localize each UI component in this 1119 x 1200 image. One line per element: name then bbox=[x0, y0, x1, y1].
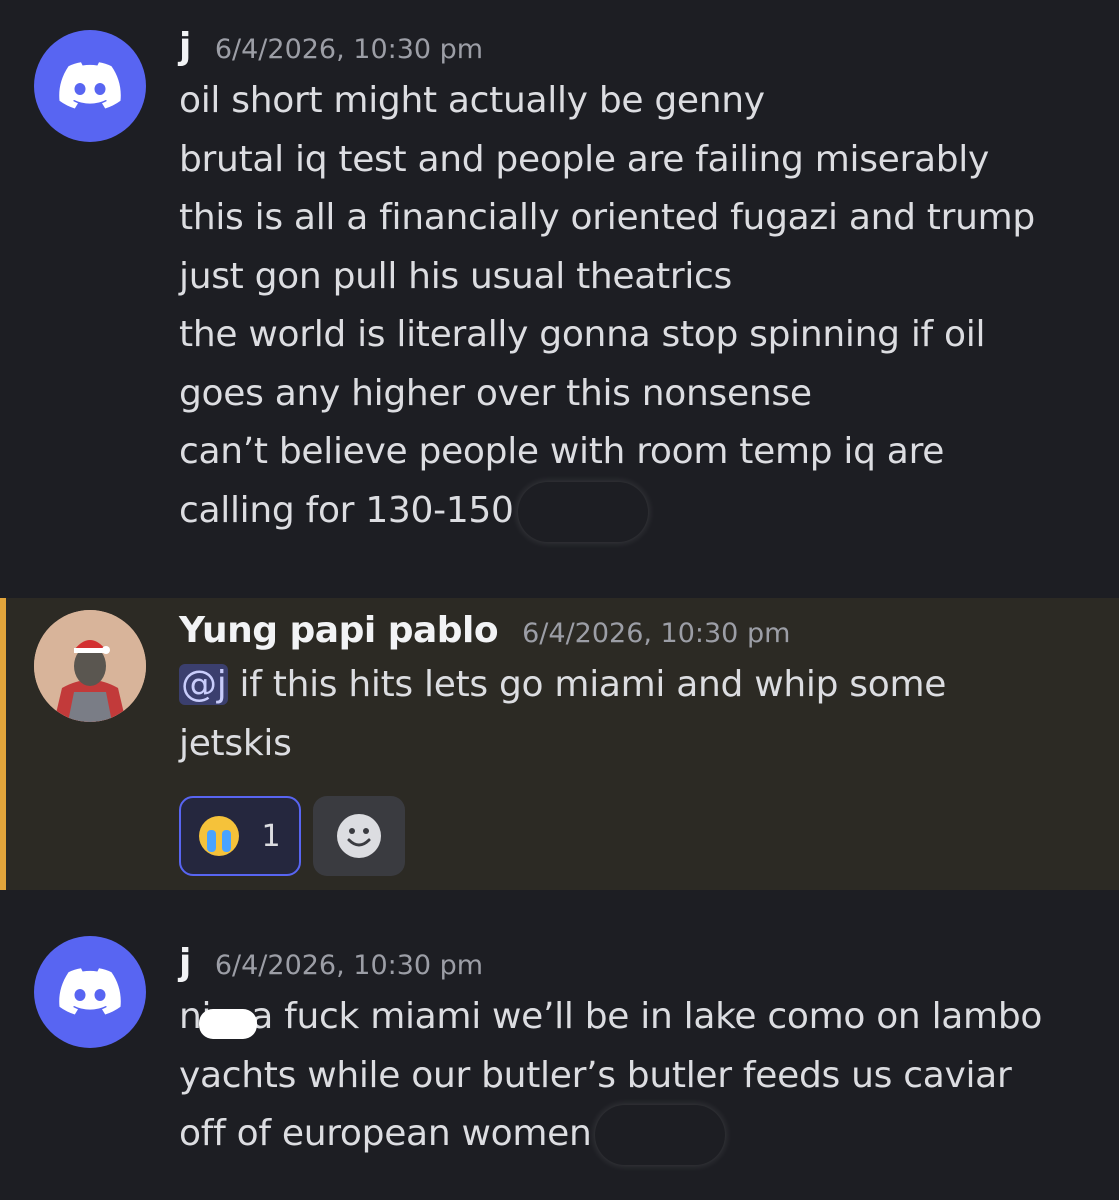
username[interactable]: j bbox=[179, 26, 191, 67]
blurred-emoji bbox=[595, 1105, 726, 1165]
message-3: j 6/4/2026, 10:30 pm ni a fuck miami we’l… bbox=[0, 890, 1119, 1200]
message-1: j 6/4/2026, 10:30 pm oil short might act… bbox=[0, 0, 1119, 598]
discord-logo-icon bbox=[59, 62, 121, 109]
reaction-count: 1 bbox=[261, 818, 281, 854]
message-header: Yung papi pablo 6/4/2026, 10:30 pm bbox=[179, 610, 1089, 656]
reactions-bar: 1 bbox=[179, 796, 405, 876]
message-text: if this hits lets go miami and whip some bbox=[228, 664, 947, 705]
message-line: oil short might actually be genny bbox=[179, 80, 765, 121]
user-avatar-image bbox=[34, 610, 146, 722]
message-text: off of european women bbox=[179, 1113, 592, 1154]
smiley-icon bbox=[337, 814, 381, 858]
message-body: j 6/4/2026, 10:30 pm ni a fuck miami we’l… bbox=[179, 942, 1089, 1165]
message-body: j 6/4/2026, 10:30 pm oil short might act… bbox=[179, 26, 1089, 542]
user-mention[interactable]: @j bbox=[179, 664, 229, 705]
discord-logo-icon bbox=[59, 968, 121, 1015]
message-line: ni a fuck miami we’ll be in lake como on … bbox=[179, 988, 1089, 1047]
timestamp: 6/4/2026, 10:30 pm bbox=[522, 618, 791, 649]
message-2-highlighted: Yung papi pablo 6/4/2026, 10:30 pm @j if… bbox=[0, 598, 1119, 890]
message-line: the world is literally gonna stop spinni… bbox=[179, 314, 986, 355]
message-line-last: calling for 130-150 bbox=[179, 481, 1089, 542]
timestamp: 6/4/2026, 10:30 pm bbox=[214, 950, 484, 981]
message-line: yachts while our butler’s butler feeds u… bbox=[179, 1054, 1012, 1096]
message-line: jetskis bbox=[179, 722, 292, 764]
message-line-last: off of european women bbox=[179, 1105, 1089, 1165]
message-line-text: calling for 130-150 bbox=[179, 489, 514, 531]
username[interactable]: j bbox=[179, 942, 191, 983]
message-line: can’t believe people with room temp iq a… bbox=[179, 431, 945, 472]
timestamp: 6/4/2026, 10:30 pm bbox=[214, 34, 484, 65]
message-line: goes any higher over this nonsense bbox=[179, 372, 812, 414]
message-header: j 6/4/2026, 10:30 pm bbox=[179, 942, 1089, 988]
message-line: brutal iq test and people are failing mi… bbox=[179, 138, 990, 180]
message-body: Yung papi pablo 6/4/2026, 10:30 pm @j if… bbox=[179, 610, 1089, 773]
message-line: just gon pull his usual theatrics bbox=[179, 255, 733, 297]
message-text: a fuck miami we’ll be in lake como on la… bbox=[251, 996, 1043, 1037]
username[interactable]: Yung papi pablo bbox=[179, 610, 499, 651]
reaction-crying[interactable]: 1 bbox=[179, 796, 301, 876]
avatar[interactable] bbox=[34, 936, 146, 1048]
avatar[interactable] bbox=[34, 610, 146, 722]
blurred-emoji bbox=[517, 481, 648, 542]
add-reaction-button[interactable] bbox=[313, 796, 405, 876]
redaction-mark bbox=[199, 1009, 258, 1039]
message-line: @j if this hits lets go miami and whip s… bbox=[179, 656, 1089, 715]
message-line: this is all a financially oriented fugaz… bbox=[179, 197, 1035, 238]
message-header: j 6/4/2026, 10:30 pm bbox=[179, 26, 1089, 72]
crying-face-icon bbox=[199, 816, 240, 856]
avatar[interactable] bbox=[34, 30, 146, 142]
